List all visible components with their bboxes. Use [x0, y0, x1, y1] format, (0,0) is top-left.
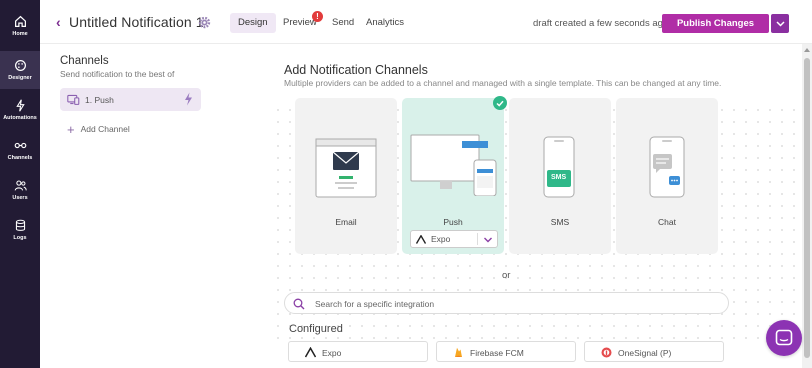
gear-icon[interactable]	[198, 16, 211, 29]
designer-icon	[14, 60, 26, 71]
card-label: Chat	[658, 217, 676, 227]
channel-item-push[interactable]: 1. Push	[60, 88, 201, 111]
channels-title: Channels	[60, 55, 109, 67]
chevron-down-icon	[775, 20, 785, 27]
scroll-thumb[interactable]	[804, 58, 810, 358]
chat-illustration-icon	[649, 136, 685, 198]
main-scrollbar[interactable]	[802, 44, 812, 368]
integration-search[interactable]	[284, 292, 729, 314]
nav-item-label: Home	[12, 31, 28, 37]
channels-panel: Channels Send notification to the best o…	[40, 44, 212, 368]
integration-expo[interactable]: Expo	[288, 341, 428, 362]
users-icon	[14, 180, 27, 191]
email-illustration-icon	[315, 138, 377, 198]
push-provider-value: Expo	[431, 234, 451, 244]
tab-send[interactable]: Send	[324, 13, 362, 33]
tab-analytics[interactable]: Analytics	[358, 13, 412, 33]
nav-item-users[interactable]: Users	[0, 171, 40, 209]
search-icon	[293, 298, 305, 310]
firebase-logo-icon	[455, 347, 462, 357]
nav-rail: Home Designer Automations Channels Users…	[0, 0, 40, 368]
nav-item-logs[interactable]: Logs	[0, 211, 40, 249]
home-icon	[14, 15, 26, 27]
sms-text: SMS	[551, 174, 567, 181]
top-bar: ‹ Untitled Notification 1 Design Preview…	[40, 0, 812, 44]
nav-item-label: Logs	[13, 235, 27, 241]
channels-subtitle: Send notification to the best of	[60, 69, 175, 79]
search-input[interactable]	[315, 296, 715, 311]
preview-alert-badge: !	[312, 11, 323, 22]
select-divider	[477, 233, 478, 245]
sms-illustration-icon	[543, 136, 575, 198]
card-label: Push	[443, 217, 463, 227]
nav-item-channels[interactable]: Channels	[0, 131, 40, 169]
selected-check-icon	[493, 96, 507, 110]
nav-item-designer[interactable]: Designer	[0, 51, 40, 89]
nav-item-label: Users	[12, 195, 28, 201]
nav-item-automations[interactable]: Automations	[0, 91, 40, 129]
channel-card-email[interactable]: Email	[295, 98, 397, 254]
integration-label: Firebase FCM	[470, 348, 524, 358]
chevron-down-icon	[484, 237, 492, 243]
support-chat-button[interactable]	[766, 320, 802, 356]
expo-logo-icon	[305, 347, 316, 358]
channel-label: 1. Push	[85, 95, 114, 105]
integration-onesignal[interactable]: OneSignal (P)	[584, 341, 724, 362]
configured-title: Configured	[289, 323, 343, 335]
onesignal-logo-icon	[601, 347, 612, 358]
card-label: SMS	[550, 217, 570, 227]
push-provider-select[interactable]: Expo	[410, 230, 498, 248]
channel-card-chat[interactable]: Chat	[616, 98, 718, 254]
automation-bolt-icon	[15, 99, 25, 112]
plus-icon: +	[67, 122, 75, 137]
push-illustration-icon	[410, 134, 497, 196]
channel-card-push[interactable]: Push Expo	[402, 98, 504, 254]
back-chevron-icon[interactable]: ‹	[56, 14, 61, 30]
channel-card-sms[interactable]: SMS SMS	[509, 98, 611, 254]
nav-item-label: Channels	[7, 155, 33, 161]
page-subtitle: Multiple providers can be added to a cha…	[284, 78, 722, 88]
nav-item-label: Automations	[3, 115, 37, 121]
add-channel-label: Add Channel	[80, 124, 130, 134]
integration-label: OneSignal (P)	[618, 348, 672, 358]
integration-label: Expo	[322, 348, 342, 358]
expo-logo-icon	[416, 235, 426, 244]
draft-status: draft created a few seconds ago	[533, 18, 669, 29]
scroll-up-arrow-icon[interactable]	[804, 48, 810, 52]
notification-title[interactable]: Untitled Notification 1	[69, 14, 204, 30]
chat-bubble-icon	[775, 329, 793, 346]
publish-changes-button[interactable]: Publish Changes	[662, 14, 769, 33]
publish-dropdown-button[interactable]	[771, 14, 789, 33]
push-device-icon	[67, 94, 80, 105]
add-channel-button[interactable]: + Add Channel	[67, 122, 130, 137]
logs-icon	[15, 219, 25, 231]
tab-design[interactable]: Design	[230, 13, 276, 33]
or-divider-text: or	[502, 270, 511, 281]
channels-icon	[14, 142, 26, 149]
main-content: Add Notification Channels Multiple provi…	[212, 44, 802, 368]
card-label: Email	[335, 217, 357, 227]
bolt-icon	[185, 92, 192, 106]
page-title: Add Notification Channels	[284, 63, 428, 77]
integration-firebase-fcm[interactable]: Firebase FCM	[436, 341, 576, 362]
nav-item-home[interactable]: Home	[0, 7, 40, 45]
nav-item-label: Designer	[8, 75, 32, 81]
